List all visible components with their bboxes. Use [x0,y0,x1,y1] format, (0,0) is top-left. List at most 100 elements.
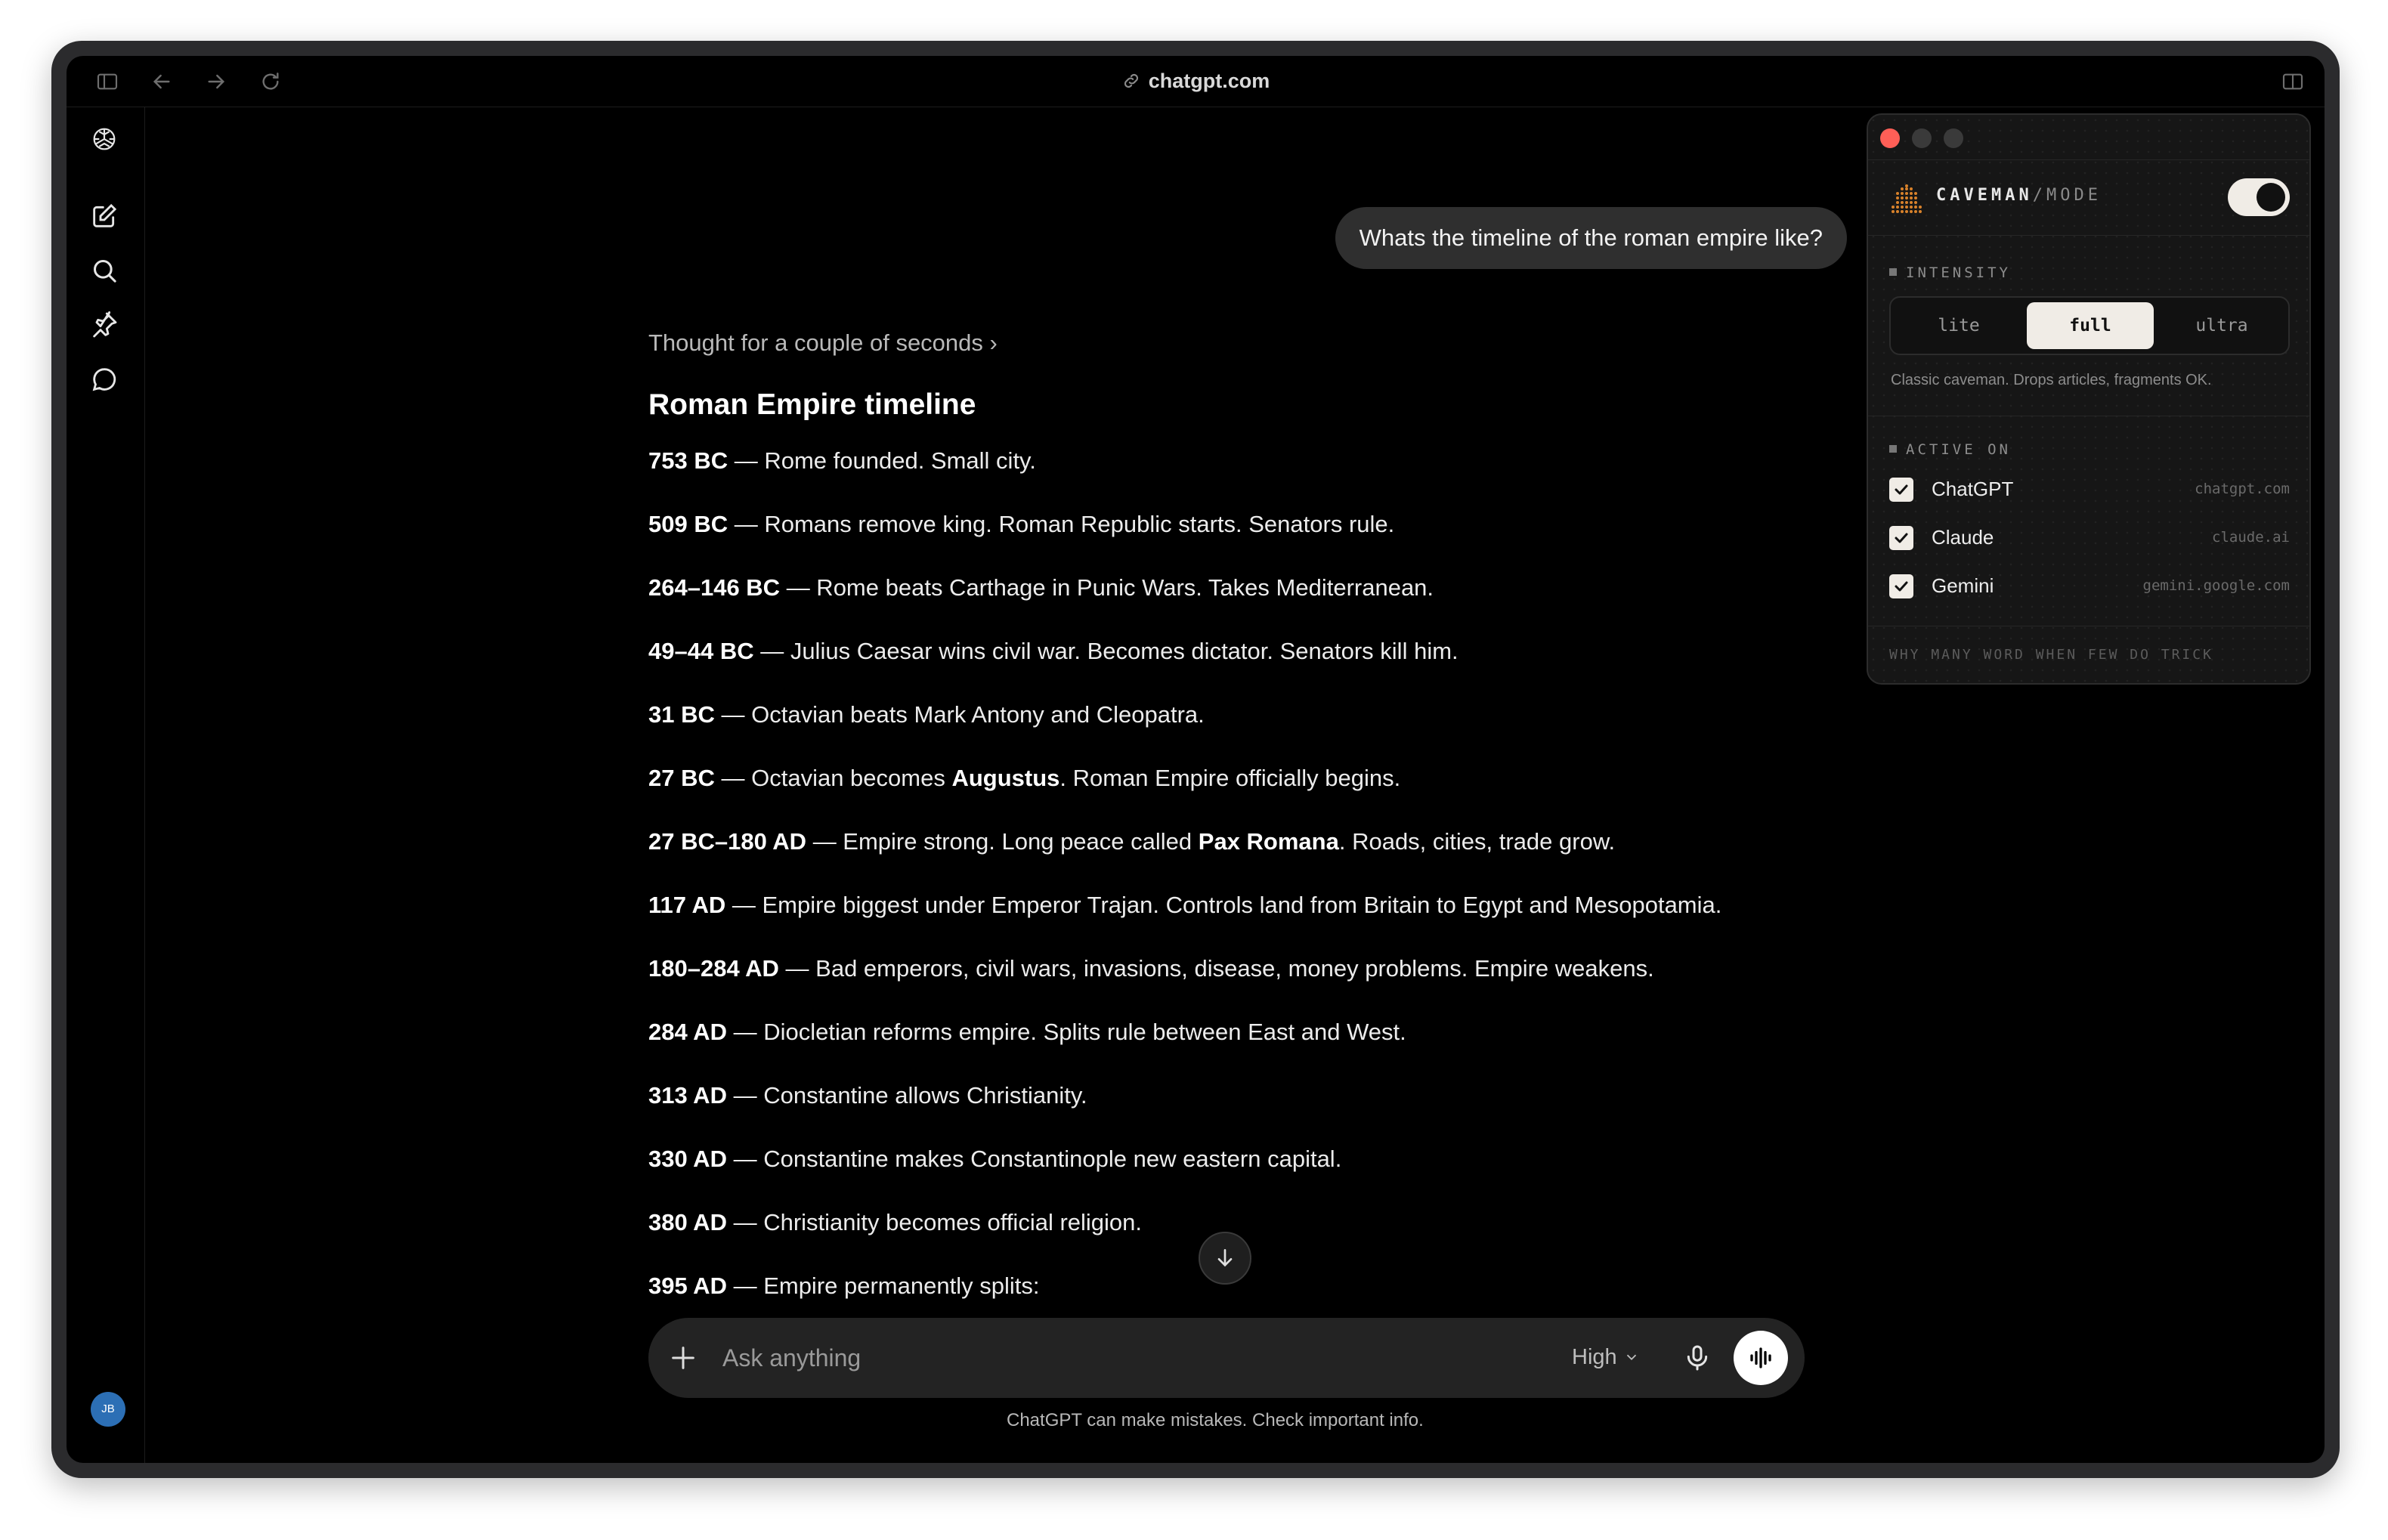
intensity-description: Classic caveman. Drops articles, fragmen… [1891,372,2212,388]
site-name: ChatGPT [1932,478,2014,500]
reasoning-effort-select[interactable]: High [1572,1345,1640,1370]
address-bar[interactable]: chatgpt.com [67,70,2325,93]
caveman-extension-popup: CAVEMAN/MODE INTENSITY lite full ultra C… [1867,113,2311,685]
site-name: Claude [1932,526,1994,549]
motto-text: WHY MANY WORD WHEN FEW DO TRICK [1889,647,2213,663]
checkmark-icon [1895,581,1908,592]
arrow-down-icon [1217,1249,1233,1267]
timeline-date: 753 BC [648,447,728,474]
close-window-button[interactable] [1880,128,1900,148]
thought-toggle[interactable]: Thought for a couple of seconds › [648,329,998,357]
browser-window: chatgpt.com JB Whats the timeline of the… [67,56,2325,1463]
timeline-date: 117 AD [648,892,726,918]
checkmark-icon [1895,533,1908,543]
intensity-label: INTENSITY [1889,264,2011,281]
timeline-item: 31 BC — Octavian beats Mark Antony and C… [648,698,1721,762]
new-chat-icon[interactable] [89,201,119,231]
timeline-text: — Constantine makes Constantinople new e… [726,1146,1342,1172]
timeline-item: 509 BC — Romans remove king. Roman Repub… [648,508,1721,571]
zoom-window-button[interactable] [1944,128,1963,148]
microphone-icon[interactable] [1682,1343,1712,1373]
openai-logo-icon[interactable] [89,124,122,157]
search-icon[interactable] [89,255,119,286]
timeline-text: — Bad emperors, civil wars, invasions, d… [778,955,1654,982]
popup-header: CAVEMAN/MODE [1868,160,2309,236]
add-attachment-icon[interactable] [668,1343,698,1373]
brand-name: CAVEMAN [1936,186,2033,205]
checkbox-chatgpt[interactable] [1889,478,1913,502]
site-row-gemini[interactable]: Gemini gemini.google.com [1889,571,2290,601]
timeline-list: 753 BC — Rome founded. Small city. 509 BC… [648,444,1721,1333]
timeline-text: — Christianity becomes official religion… [726,1209,1143,1235]
voice-mode-button[interactable] [1734,1331,1788,1385]
waveform-icon [1750,1347,1771,1368]
split-view-icon[interactable] [2281,70,2305,94]
scroll-to-bottom-button[interactable] [1199,1232,1251,1285]
chevron-down-icon [1623,1347,1640,1363]
timeline-item: 753 BC — Rome founded. Small city. [648,444,1721,508]
timeline-item: 27 BC — Octavian becomes Augustus. Roman… [648,762,1721,825]
site-host: chatgpt.com [2195,481,2290,497]
timeline-text: — Octavian beats Mark Antony and Cleopat… [714,701,1205,728]
intensity-option-full[interactable]: full [2027,302,2154,349]
timeline-date: 313 AD [648,1082,727,1109]
timeline-date: 27 BC [648,765,715,791]
timeline-item: 180–284 AD — Bad emperors, civil wars, i… [648,952,1721,1016]
timeline-item: 380 AD — Christianity becomes official r… [648,1206,1721,1269]
user-message-bubble: Whats the timeline of the roman empire l… [1335,207,1847,269]
timeline-date: 49–44 BC [648,638,754,664]
timeline-emphasis: Augustus [951,765,1060,791]
url-text: chatgpt.com [1148,70,1270,92]
reasoning-effort-value: High [1572,1345,1617,1369]
timeline-text: — Empire strong. Long peace called [806,828,1199,855]
timeline-emphasis: Pax Romana [1198,828,1339,855]
timeline-text: — Empire biggest under Emperor Trajan. C… [725,892,1722,918]
timeline-text: — Diocletian reforms empire. Splits rule… [726,1019,1406,1045]
timeline-date: 264–146 BC [648,574,781,601]
timeline-date: 395 AD [648,1273,727,1299]
intensity-option-ultra[interactable]: ultra [2158,302,2285,349]
timeline-date: 509 BC [648,511,728,537]
prompt-input[interactable] [722,1339,1478,1377]
timeline-date: 284 AD [648,1019,727,1045]
minimize-window-button[interactable] [1912,128,1932,148]
site-row-chatgpt[interactable]: ChatGPT chatgpt.com [1889,475,2290,505]
caveman-logo-icon [1892,184,1922,213]
timeline-item: 27 BC–180 AD — Empire strong. Long peace… [648,825,1721,889]
timeline-text: — Rome founded. Small city. [728,447,1036,474]
timeline-item: 117 AD — Empire biggest under Emperor Tr… [648,889,1721,952]
link-icon [1121,71,1141,91]
timeline-date: 180–284 AD [648,955,779,982]
user-avatar[interactable]: JB [91,1392,125,1427]
timeline-date: 27 BC–180 AD [648,828,807,855]
timeline-date: 330 AD [648,1146,727,1172]
pin-icon[interactable] [89,310,119,340]
timeline-text: — Octavian becomes [714,765,952,791]
intensity-selector: lite full ultra [1889,296,2290,355]
active-on-label: ACTIVE ON [1889,441,2011,458]
timeline-item: 330 AD — Constantine makes Constantinopl… [648,1143,1721,1206]
timeline-item: 264–146 BC — Rome beats Carthage in Puni… [648,571,1721,635]
timeline-text-after: . Roman Empire officially begins. [1059,765,1401,791]
answer-heading: Roman Empire timeline [648,388,976,421]
checkbox-claude[interactable] [1889,526,1913,550]
timeline-item: 313 AD — Constantine allows Christianity… [648,1079,1721,1143]
composer: High [648,1318,1805,1398]
checkbox-gemini[interactable] [1889,574,1913,598]
checkmark-icon [1895,484,1908,495]
intensity-option-lite[interactable]: lite [1895,302,2022,349]
timeline-text: — Empire permanently splits: [726,1273,1040,1299]
site-row-claude[interactable]: Claude claude.ai [1889,523,2290,553]
enable-toggle[interactable] [2228,178,2290,216]
timeline-date: 31 BC [648,701,715,728]
chat-bubble-icon[interactable] [89,364,119,394]
timeline-text: — Julius Caesar wins civil war. Becomes … [753,638,1458,664]
brand-title: CAVEMAN/MODE [1936,186,2102,205]
timeline-text: — Rome beats Carthage in Punic Wars. Tak… [780,574,1434,601]
toggle-knob [2257,183,2285,212]
brand-slash: / [2032,186,2046,205]
timeline-item: 49–44 BC — Julius Caesar wins civil war.… [648,635,1721,698]
popup-titlebar [1868,115,2309,160]
site-host: gemini.google.com [2142,577,2290,594]
timeline-text: — Romans remove king. Roman Republic sta… [728,511,1395,537]
